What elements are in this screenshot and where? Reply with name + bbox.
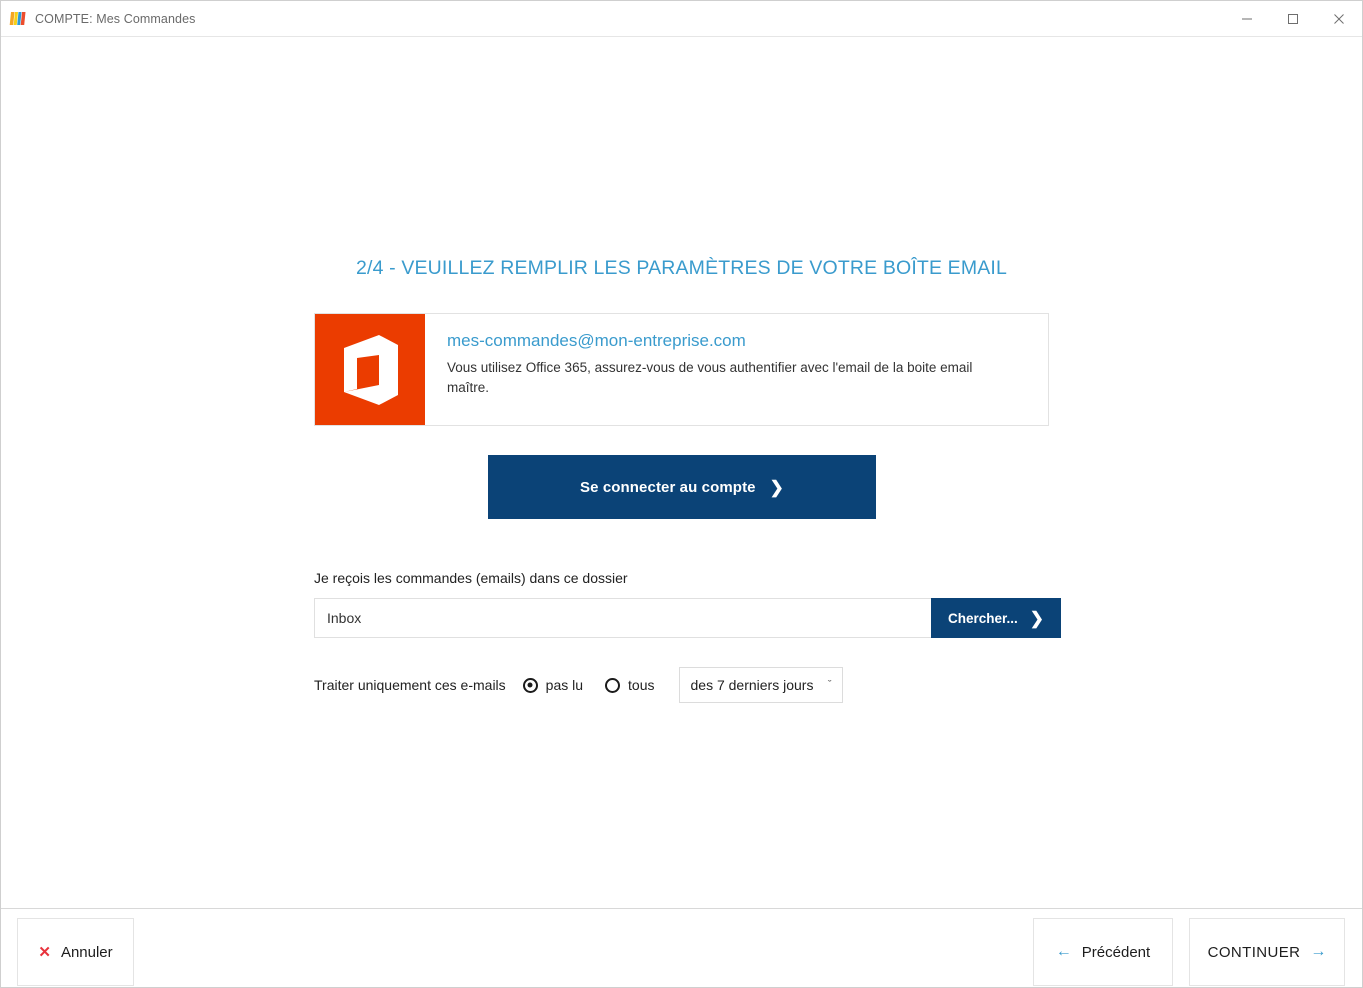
chevron-right-icon: ❯ [769,477,784,497]
main-content: 2/4 - VEUILLEZ REMPLIR LES PARAMÈTRES DE… [1,37,1362,908]
continue-button[interactable]: CONTINUER → [1189,918,1345,986]
previous-button[interactable]: ← Précédent [1033,918,1173,986]
app-window: COMPTE: Mes Commandes 2/4 - VEUILLEZ REM… [0,0,1363,988]
account-info-box: mes-commandes@mon-entreprise.com Vous ut… [314,313,1049,426]
cancel-button-label: Annuler [60,943,113,961]
account-email: mes-commandes@mon-entreprise.com [447,331,746,350]
window-title: COMPTE: Mes Commandes [35,11,196,26]
folder-field-label: Je reçois les commandes (emails) dans ce… [314,570,628,586]
window-controls [1224,1,1362,36]
period-select[interactable]: des 7 derniers jours ˇ [678,667,843,703]
maximize-icon[interactable] [1270,1,1316,36]
connect-account-button[interactable]: Se connecter au compte ❯ [488,455,876,519]
period-select-value: des 7 derniers jours [690,677,814,693]
chevron-right-icon: ❯ [1029,608,1045,628]
chevron-down-icon: ˇ [827,678,832,691]
email-filter-row: Traiter uniquement ces e-mails pas lu to… [314,666,843,704]
radio-unread-icon[interactable] [522,677,538,693]
app-bars-logo-icon [9,10,27,27]
search-folder-label: Chercher... [947,610,1018,626]
arrow-left-icon: ← [1055,943,1072,960]
footer-bar: ✕ Annuler ← Précédent CONTINUER → [1,908,1362,987]
account-description: Vous utilisez Office 365, assurez-vous d… [447,360,973,395]
minimize-icon[interactable] [1224,1,1270,36]
office-365-logo-icon [315,314,425,425]
cancel-button[interactable]: ✕ Annuler [17,918,134,986]
search-folder-button[interactable]: Chercher... ❯ [931,598,1061,638]
titlebar: COMPTE: Mes Commandes [1,1,1362,37]
page-title: 2/4 - VEUILLEZ REMPLIR LES PARAMÈTRES DE… [356,257,1007,279]
radio-option-all[interactable]: tous [605,677,655,693]
radio-all-label: tous [628,677,655,693]
close-icon[interactable] [1316,1,1362,36]
radio-unread-label: pas lu [545,677,584,693]
email-filter-label: Traiter uniquement ces e-mails [314,677,506,693]
folder-input-row: Chercher... ❯ [314,598,1061,638]
folder-input[interactable] [314,598,935,638]
radio-option-unread[interactable]: pas lu [522,677,584,693]
continue-button-label: CONTINUER [1207,943,1301,961]
connect-account-label: Se connecter au compte [580,478,756,496]
previous-button-label: Précédent [1081,943,1151,961]
account-info-text: mes-commandes@mon-entreprise.com Vous ut… [425,314,1048,425]
close-x-icon: ✕ [38,943,51,961]
radio-all-icon[interactable] [605,677,621,693]
arrow-right-icon: → [1310,943,1327,960]
